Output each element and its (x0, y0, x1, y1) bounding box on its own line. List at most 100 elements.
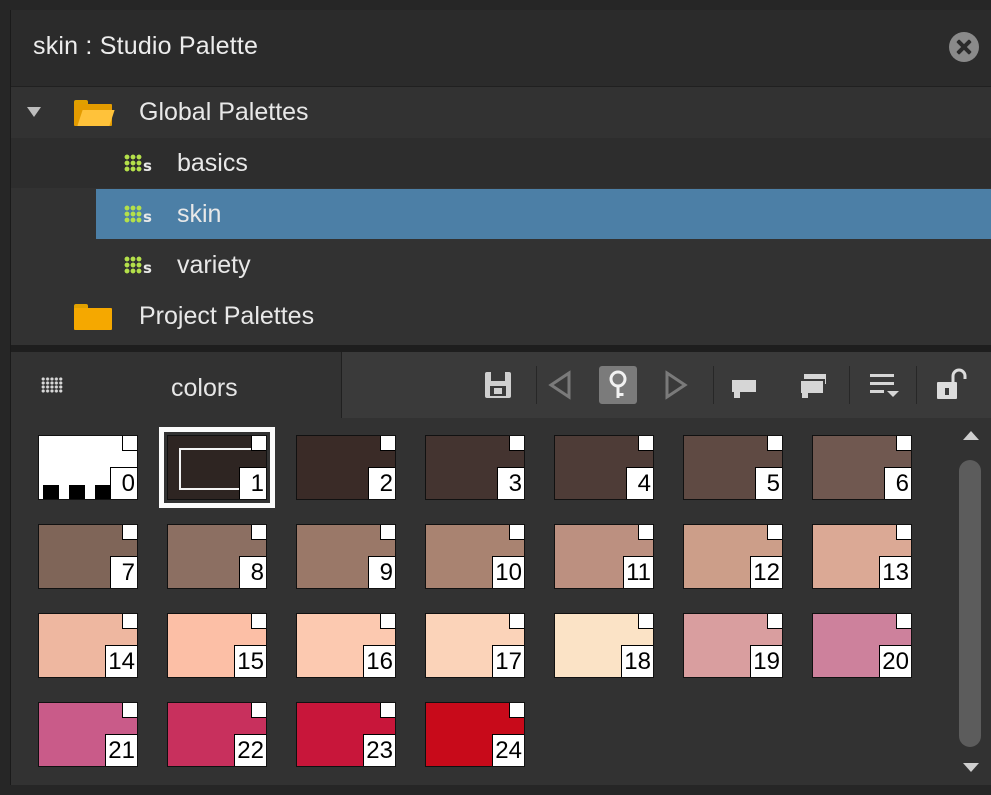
swatch-flag (380, 703, 395, 718)
tab-label: colors (171, 374, 238, 402)
color-swatch-21[interactable]: 21 (38, 702, 138, 767)
expand-caret-icon[interactable] (27, 107, 41, 117)
grid-view-icon[interactable] (41, 377, 63, 393)
key-icon[interactable] (599, 366, 637, 404)
toolbar-separator (713, 366, 714, 404)
color-swatch-23[interactable]: 23 (296, 702, 396, 767)
swatch-number: 24 (492, 734, 524, 766)
swatch-flag (896, 525, 911, 540)
color-swatch-22[interactable]: 22 (167, 702, 267, 767)
tab-colors[interactable]: colors (11, 352, 342, 418)
next-icon[interactable] (661, 366, 691, 404)
color-swatch-0[interactable]: 0 (38, 435, 138, 500)
prev-icon[interactable] (545, 366, 575, 404)
color-swatch-3[interactable]: 3 (425, 435, 525, 500)
swatch-frame (179, 448, 241, 490)
swatch-flag (638, 436, 653, 451)
swatch-flag (896, 436, 911, 451)
tree-item-label: Project Palettes (139, 302, 315, 330)
swatch-number: 6 (884, 467, 911, 499)
swatch-number: 23 (363, 734, 395, 766)
swatch-flag (251, 525, 266, 540)
color-swatch-6[interactable]: 6 (812, 435, 912, 500)
color-swatch-1[interactable]: 1 (159, 427, 275, 508)
palette-icon: s (124, 153, 154, 175)
palette-tree: Global Palettes s basics s skin s variet… (11, 87, 991, 345)
swatch-number: 1 (239, 467, 266, 499)
swatch-number: 20 (879, 645, 911, 677)
window-title: skin : Studio Palette (33, 32, 259, 60)
tree-item-label: skin (177, 200, 222, 228)
paste-style-icon[interactable] (726, 366, 762, 404)
close-icon[interactable] (949, 32, 979, 62)
swatch-number: 5 (755, 467, 782, 499)
scroll-down-icon[interactable] (963, 763, 979, 772)
tree-item-label: basics (177, 149, 248, 177)
color-swatch-12[interactable]: 12 (683, 524, 783, 589)
swatch-flag (380, 436, 395, 451)
color-swatch-2[interactable]: 2 (296, 435, 396, 500)
tree-item-project-palettes[interactable]: Project Palettes (11, 291, 991, 341)
swatch-flag (767, 525, 782, 540)
lock-icon[interactable] (933, 366, 971, 404)
color-swatch-9[interactable]: 9 (296, 524, 396, 589)
tree-item-global-palettes[interactable]: Global Palettes (11, 87, 991, 137)
swatch-pattern (43, 485, 59, 499)
swatch-number: 22 (234, 734, 266, 766)
title-bar: skin : Studio Palette (11, 10, 991, 87)
swatch-number: 14 (105, 645, 137, 677)
color-swatch-13[interactable]: 13 (812, 524, 912, 589)
color-swatch-8[interactable]: 8 (167, 524, 267, 589)
color-swatch-18[interactable]: 18 (554, 613, 654, 678)
color-swatch-19[interactable]: 19 (683, 613, 783, 678)
splitter[interactable] (11, 345, 991, 352)
menu-icon[interactable] (866, 366, 902, 404)
swatch-flag (380, 614, 395, 629)
swatch-number: 2 (368, 467, 395, 499)
studio-palette-panel: skin : Studio Palette Global Palettes s … (10, 10, 991, 785)
color-swatch-16[interactable]: 16 (296, 613, 396, 678)
new-style-icon[interactable] (796, 366, 832, 404)
swatch-number: 4 (626, 467, 653, 499)
tree-item-basics[interactable]: s basics (11, 138, 991, 188)
swatch-number: 13 (879, 556, 911, 588)
color-swatch-24[interactable]: 24 (425, 702, 525, 767)
selection-highlight (96, 189, 991, 239)
scroll-up-icon[interactable] (963, 431, 979, 440)
swatch-number: 3 (497, 467, 524, 499)
swatch-frame (179, 448, 252, 450)
folder-icon (74, 304, 112, 330)
color-swatch-14[interactable]: 14 (38, 613, 138, 678)
color-swatch-5[interactable]: 5 (683, 435, 783, 500)
swatch-pattern (69, 485, 85, 499)
color-swatch-20[interactable]: 20 (812, 613, 912, 678)
scroll-thumb[interactable] (959, 460, 981, 747)
swatch-number: 18 (621, 645, 653, 677)
swatch-number: 16 (363, 645, 395, 677)
swatch-flag (638, 525, 653, 540)
color-swatch-15[interactable]: 15 (167, 613, 267, 678)
swatch-flag (509, 525, 524, 540)
color-swatch-10[interactable]: 10 (425, 524, 525, 589)
swatch-number: 15 (234, 645, 266, 677)
color-swatch-7[interactable]: 7 (38, 524, 138, 589)
toolbar-separator (849, 366, 850, 404)
swatch-number: 7 (110, 556, 137, 588)
tree-item-variety[interactable]: s variety (11, 240, 991, 290)
swatch-flag (767, 614, 782, 629)
swatch-flag (122, 436, 137, 451)
tree-item-skin[interactable]: s skin (11, 189, 991, 239)
save-icon[interactable] (481, 366, 515, 404)
palette-icon: s (124, 255, 154, 277)
tree-item-label: variety (177, 251, 251, 279)
toolbar-separator (536, 366, 537, 404)
swatch-flag (251, 614, 266, 629)
color-swatch-11[interactable]: 11 (554, 524, 654, 589)
swatch-pattern (95, 485, 111, 499)
tree-item-label: Global Palettes (139, 98, 309, 126)
color-swatch-4[interactable]: 4 (554, 435, 654, 500)
color-swatch-17[interactable]: 17 (425, 613, 525, 678)
swatch-flag (638, 614, 653, 629)
swatch-number: 10 (492, 556, 524, 588)
swatch-number: 12 (750, 556, 782, 588)
